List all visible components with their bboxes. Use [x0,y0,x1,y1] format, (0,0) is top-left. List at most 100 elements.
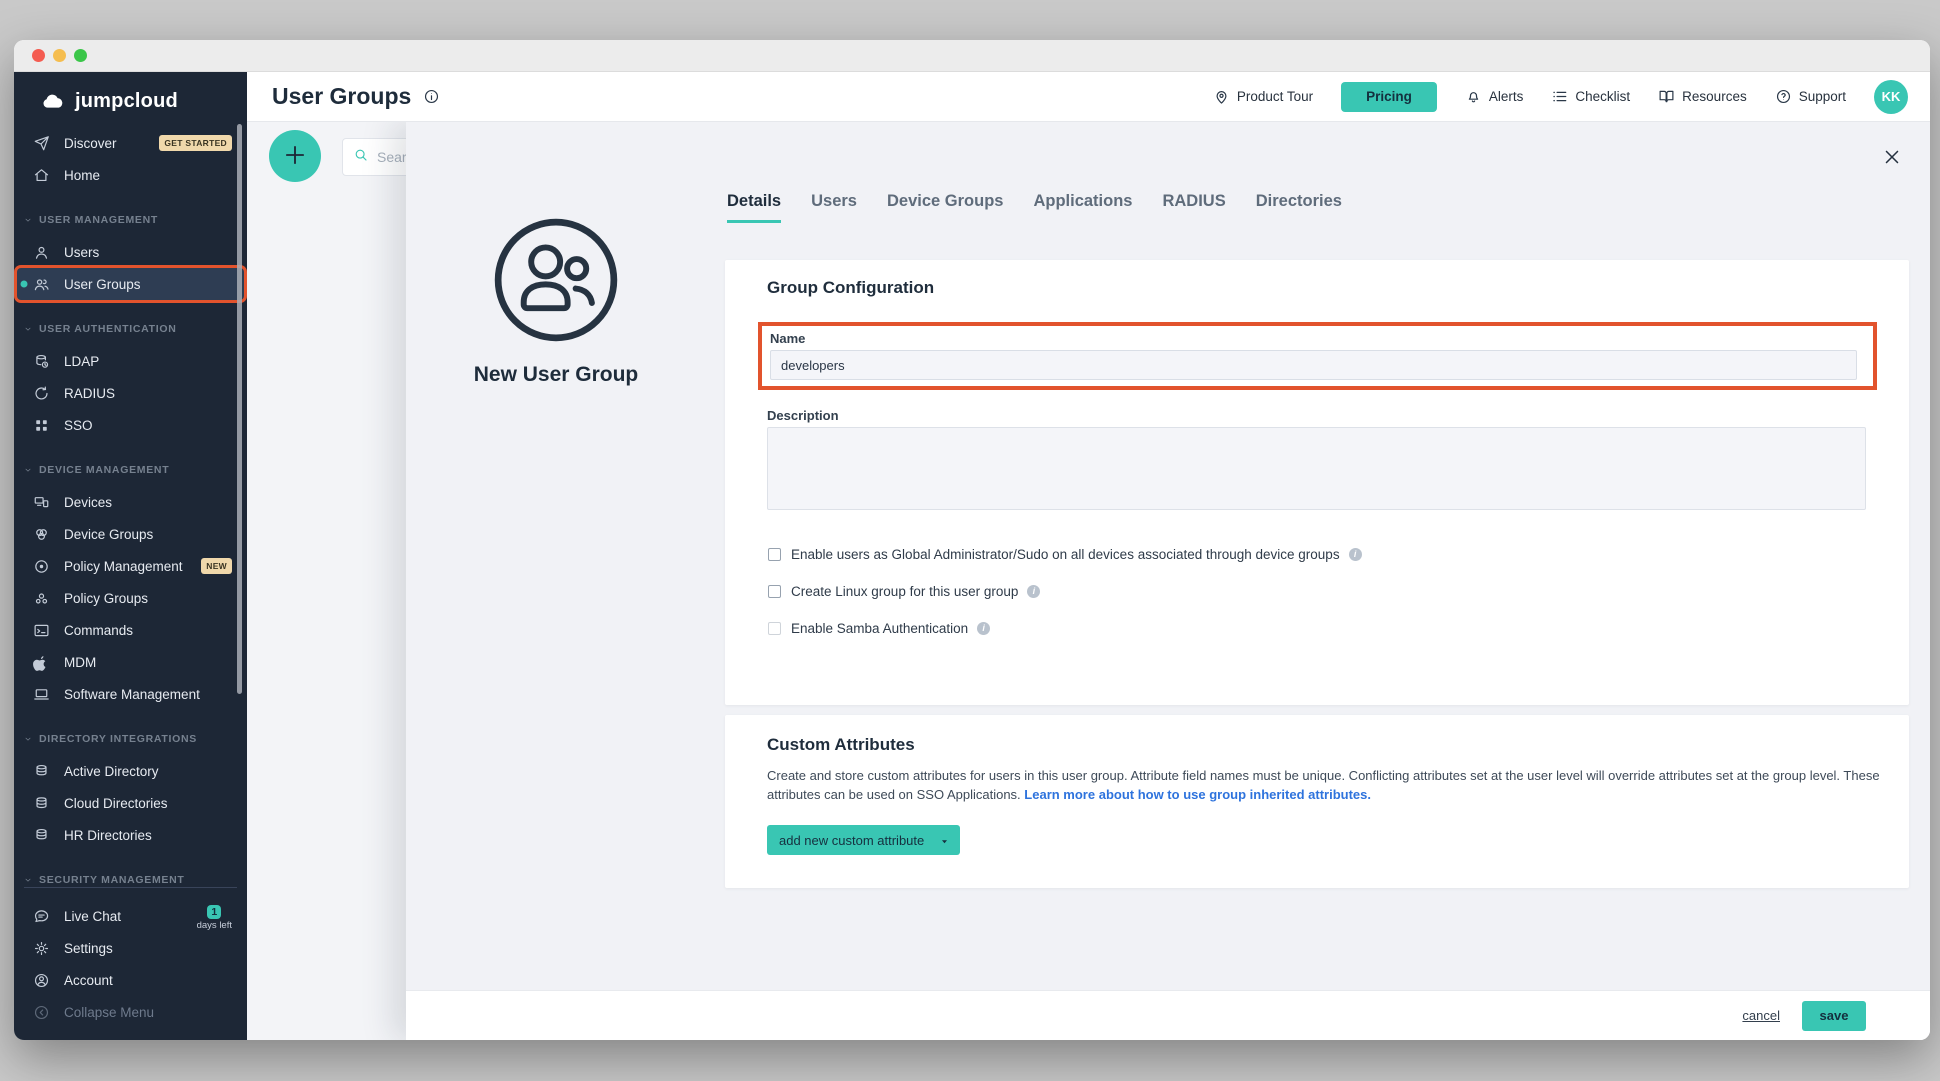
sidebar-item-software-management[interactable]: Software Management [17,678,244,710]
database-icon [33,827,50,844]
sidebar-item-devices[interactable]: Devices [17,486,244,518]
checkbox-label: Create Linux group for this user group [791,584,1018,599]
sidebar-item-label: Device Groups [64,527,153,542]
group-configuration-card: Group Configuration Name Description Ena… [725,260,1909,705]
checkbox[interactable] [768,585,781,598]
sidebar-item-home[interactable]: Home [17,159,244,191]
sidebar-item-live-chat[interactable]: Live Chat1days left [17,900,244,932]
info-icon[interactable] [423,88,440,105]
zoom-window-button[interactable] [74,49,87,62]
days-left-caption: days left [197,920,232,931]
sidebar-item-label: Discover [64,136,117,151]
section-label: USER AUTHENTICATION [39,323,177,335]
sidebar-item-label: Policy Management [64,559,183,574]
sidebar-item-policy-management[interactable]: Policy ManagementNEW [17,550,244,582]
tab-directories[interactable]: Directories [1256,192,1342,223]
minimize-window-button[interactable] [53,49,66,62]
close-icon [1881,146,1903,168]
sidebar-item-user-groups[interactable]: User Groups [17,268,244,300]
chevron-down-icon [939,836,950,847]
sidebar-section-directory-integrations[interactable]: DIRECTORY INTEGRATIONS [14,723,247,755]
alerts-icon [1465,88,1482,105]
tab-device-groups[interactable]: Device Groups [887,192,1003,223]
user-avatar[interactable]: KK [1874,80,1908,114]
target-icon [33,558,50,575]
sidebar-item-users[interactable]: Users [17,236,244,268]
tab-applications[interactable]: Applications [1033,192,1132,223]
description-textarea[interactable] [767,427,1866,510]
new-user-group-panel: New User Group Details Users Device Groups… [406,122,1930,1040]
jumpcloud-logo: jumpcloud [14,72,247,113]
section-label: SECURITY MANAGEMENT [39,874,185,886]
sidebar-section-user-authentication[interactable]: USER AUTHENTICATION [14,313,247,345]
sidebar-item-commands[interactable]: Commands [17,614,244,646]
sidebar-item-settings[interactable]: Settings [17,932,244,964]
sidebar-item-label: Cloud Directories [64,796,168,811]
product-tour-button[interactable]: Product Tour [1213,88,1313,105]
sidebar-item-hr-directories[interactable]: HR Directories [17,819,244,851]
sidebar-item-label: Collapse Menu [64,1005,154,1020]
support-button[interactable]: Support [1775,88,1846,105]
add-custom-attribute-button[interactable]: add new custom attribute [767,825,960,855]
checklist-button[interactable]: Checklist [1551,88,1630,105]
sidebar-section-device-management[interactable]: DEVICE MANAGEMENT [14,454,247,486]
target-group-icon [33,590,50,607]
tab-radius[interactable]: RADIUS [1162,192,1225,223]
checkbox[interactable] [768,548,781,561]
tab-users[interactable]: Users [811,192,857,223]
sidebar-footer: Live Chat1days leftSettingsAccount Collap… [14,887,247,1028]
checkbox-label: Enable Samba Authentication [791,621,968,636]
info-icon[interactable]: i [1027,585,1040,598]
learn-more-link[interactable]: Learn more about how to use group inheri… [1024,787,1371,802]
close-panel-button[interactable] [1880,146,1904,170]
sidebar-item-sso[interactable]: SSO [17,409,244,441]
custom-attributes-description: Create and store custom attributes for u… [767,767,1882,804]
sidebar-item-label: Devices [64,495,112,510]
db-clock-icon [33,353,50,370]
save-button[interactable]: save [1802,1001,1866,1031]
checklist-icon [1551,88,1568,105]
sidebar-item-ldap[interactable]: LDAP [17,345,244,377]
sidebar-item-mdm[interactable]: MDM [17,646,244,678]
active-indicator-dot [21,281,28,288]
panel-title: New User Group [436,363,676,387]
option-row-create-linux-group-for-this-user-group: Create Linux group for this user group i [768,581,1362,601]
sidebar-scrollbar[interactable] [237,124,242,694]
action-label: Alerts [1489,89,1524,104]
sidebar-item-radius[interactable]: RADIUS [17,377,244,409]
logo-text: jumpcloud [75,90,178,113]
gear-icon [33,940,50,957]
user-group-avatar [494,218,618,342]
info-icon[interactable]: i [977,622,990,635]
sidebar-item-label: Software Management [64,687,200,702]
sidebar-item-device-groups[interactable]: Device Groups [17,518,244,550]
sidebar-item-discover[interactable]: DiscoverGET STARTED [17,127,244,159]
add-user-group-button[interactable] [269,130,321,182]
cancel-button[interactable]: cancel [1742,1008,1780,1023]
cloud-logo-icon [38,91,66,113]
sidebar-section-user-management[interactable]: USER MANAGEMENT [14,204,247,236]
sidebar-item-active-directory[interactable]: Active Directory [17,755,244,787]
name-input[interactable] [770,350,1857,380]
days-left-count: 1 [207,905,221,919]
collapse-icon [33,1004,50,1021]
apple-icon [33,654,50,671]
resources-button[interactable]: Resources [1658,88,1747,105]
trial-badge: 1days left [197,905,232,931]
sidebar-item-account[interactable]: Account [17,964,244,996]
section-label: DEVICE MANAGEMENT [39,464,169,476]
alerts-button[interactable]: Alerts [1465,88,1524,105]
tab-details[interactable]: Details [727,192,781,223]
options-checkbox-list: Enable users as Global Administrator/Sud… [768,544,1362,655]
terminal-icon [33,622,50,639]
pricing-button[interactable]: Pricing [1341,82,1437,112]
sidebar-item-policy-groups[interactable]: Policy Groups [17,582,244,614]
action-label: Resources [1682,89,1747,104]
close-window-button[interactable] [32,49,45,62]
sso-icon [33,417,50,434]
support-icon [1775,88,1792,105]
sidebar-item-cloud-directories[interactable]: Cloud Directories [17,787,244,819]
info-icon[interactable]: i [1349,548,1362,561]
checkbox[interactable] [768,622,781,635]
sidebar-item-collapse-menu[interactable]: Collapse Menu [17,996,244,1028]
